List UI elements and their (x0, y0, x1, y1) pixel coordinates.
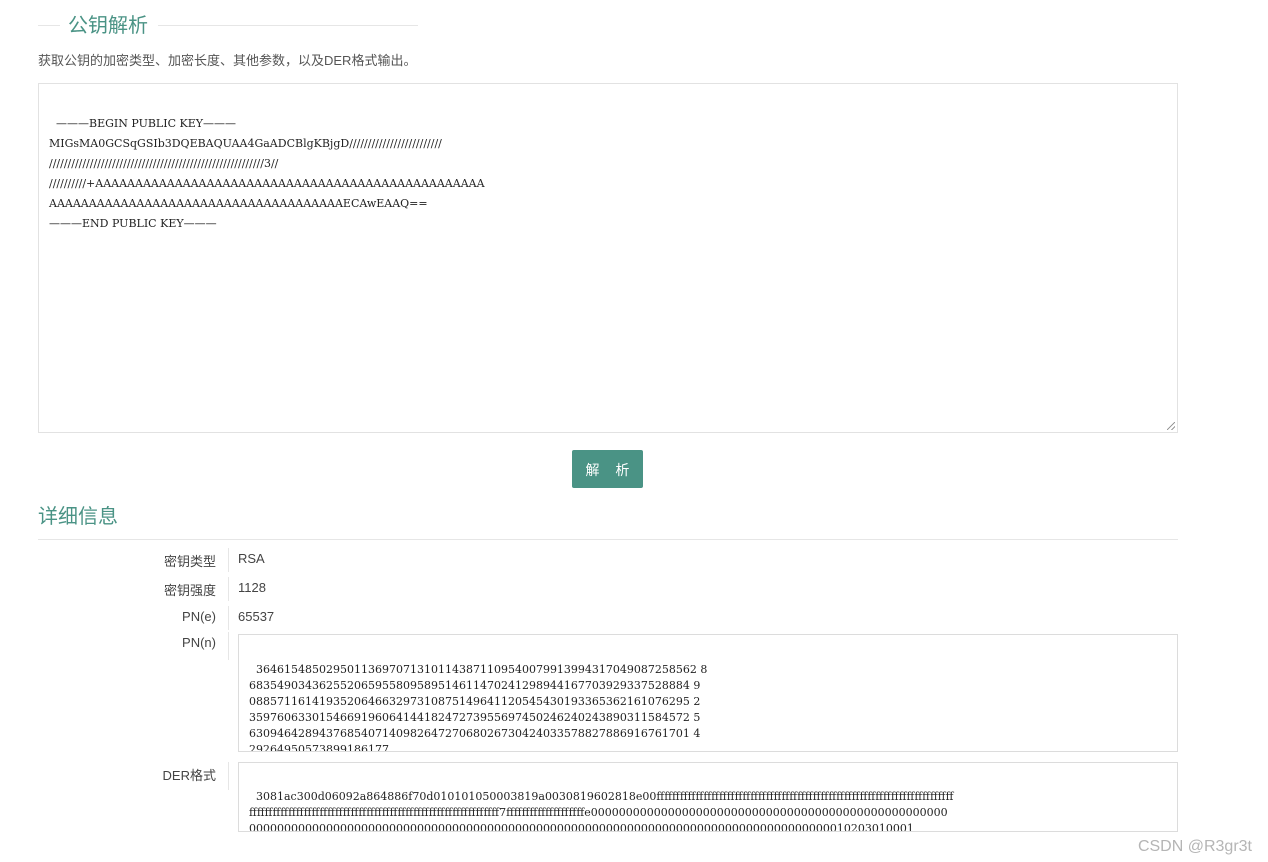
watermark: CSDN @R3gr3t (1137, 838, 1252, 855)
pn-e-value: 65537 (238, 609, 275, 624)
page-description: 获取公钥的加密类型、加密长度、其他参数，以及DER格式输出。 (38, 53, 417, 68)
resize-handle-icon[interactable] (1167, 422, 1175, 430)
public-key-text: ———BEGIN PUBLIC KEY——— MIGsMA0GCSqGSIb3D… (49, 117, 485, 230)
pn-n-value-box[interactable]: 3646154850295011369707131011438711095400… (238, 634, 1178, 752)
row-separator (228, 762, 229, 790)
key-type-value: RSA (238, 551, 265, 566)
details-title: 详细信息 (38, 506, 118, 528)
row-separator (228, 548, 229, 572)
key-strength-label: 密钥强度 (163, 583, 216, 598)
row-separator (228, 577, 229, 601)
details-divider (38, 539, 1178, 540)
header-divider-left (38, 25, 60, 26)
der-label: DER格式 (162, 768, 216, 783)
der-value: 3081ac300d06092a864886f70d01010105000381… (249, 790, 954, 832)
pn-n-value: 3646154850295011369707131011438711095400… (249, 663, 708, 752)
pn-n-label: PN(n) (182, 635, 216, 650)
section-header: 公钥解析 (38, 12, 418, 40)
parse-button[interactable]: 解 析 (572, 450, 643, 488)
row-separator (228, 606, 229, 630)
der-value-box[interactable]: 3081ac300d06092a864886f70d01010105000381… (238, 762, 1178, 832)
key-type-label: 密钥类型 (163, 554, 216, 569)
page-title: 公钥解析 (68, 15, 148, 37)
public-key-textarea[interactable]: ———BEGIN PUBLIC KEY——— MIGsMA0GCSqGSIb3D… (38, 83, 1178, 433)
key-strength-value: 1128 (238, 580, 266, 595)
header-divider-right (158, 25, 418, 26)
pn-e-label: PN(e) (182, 609, 216, 624)
row-separator (228, 632, 229, 660)
